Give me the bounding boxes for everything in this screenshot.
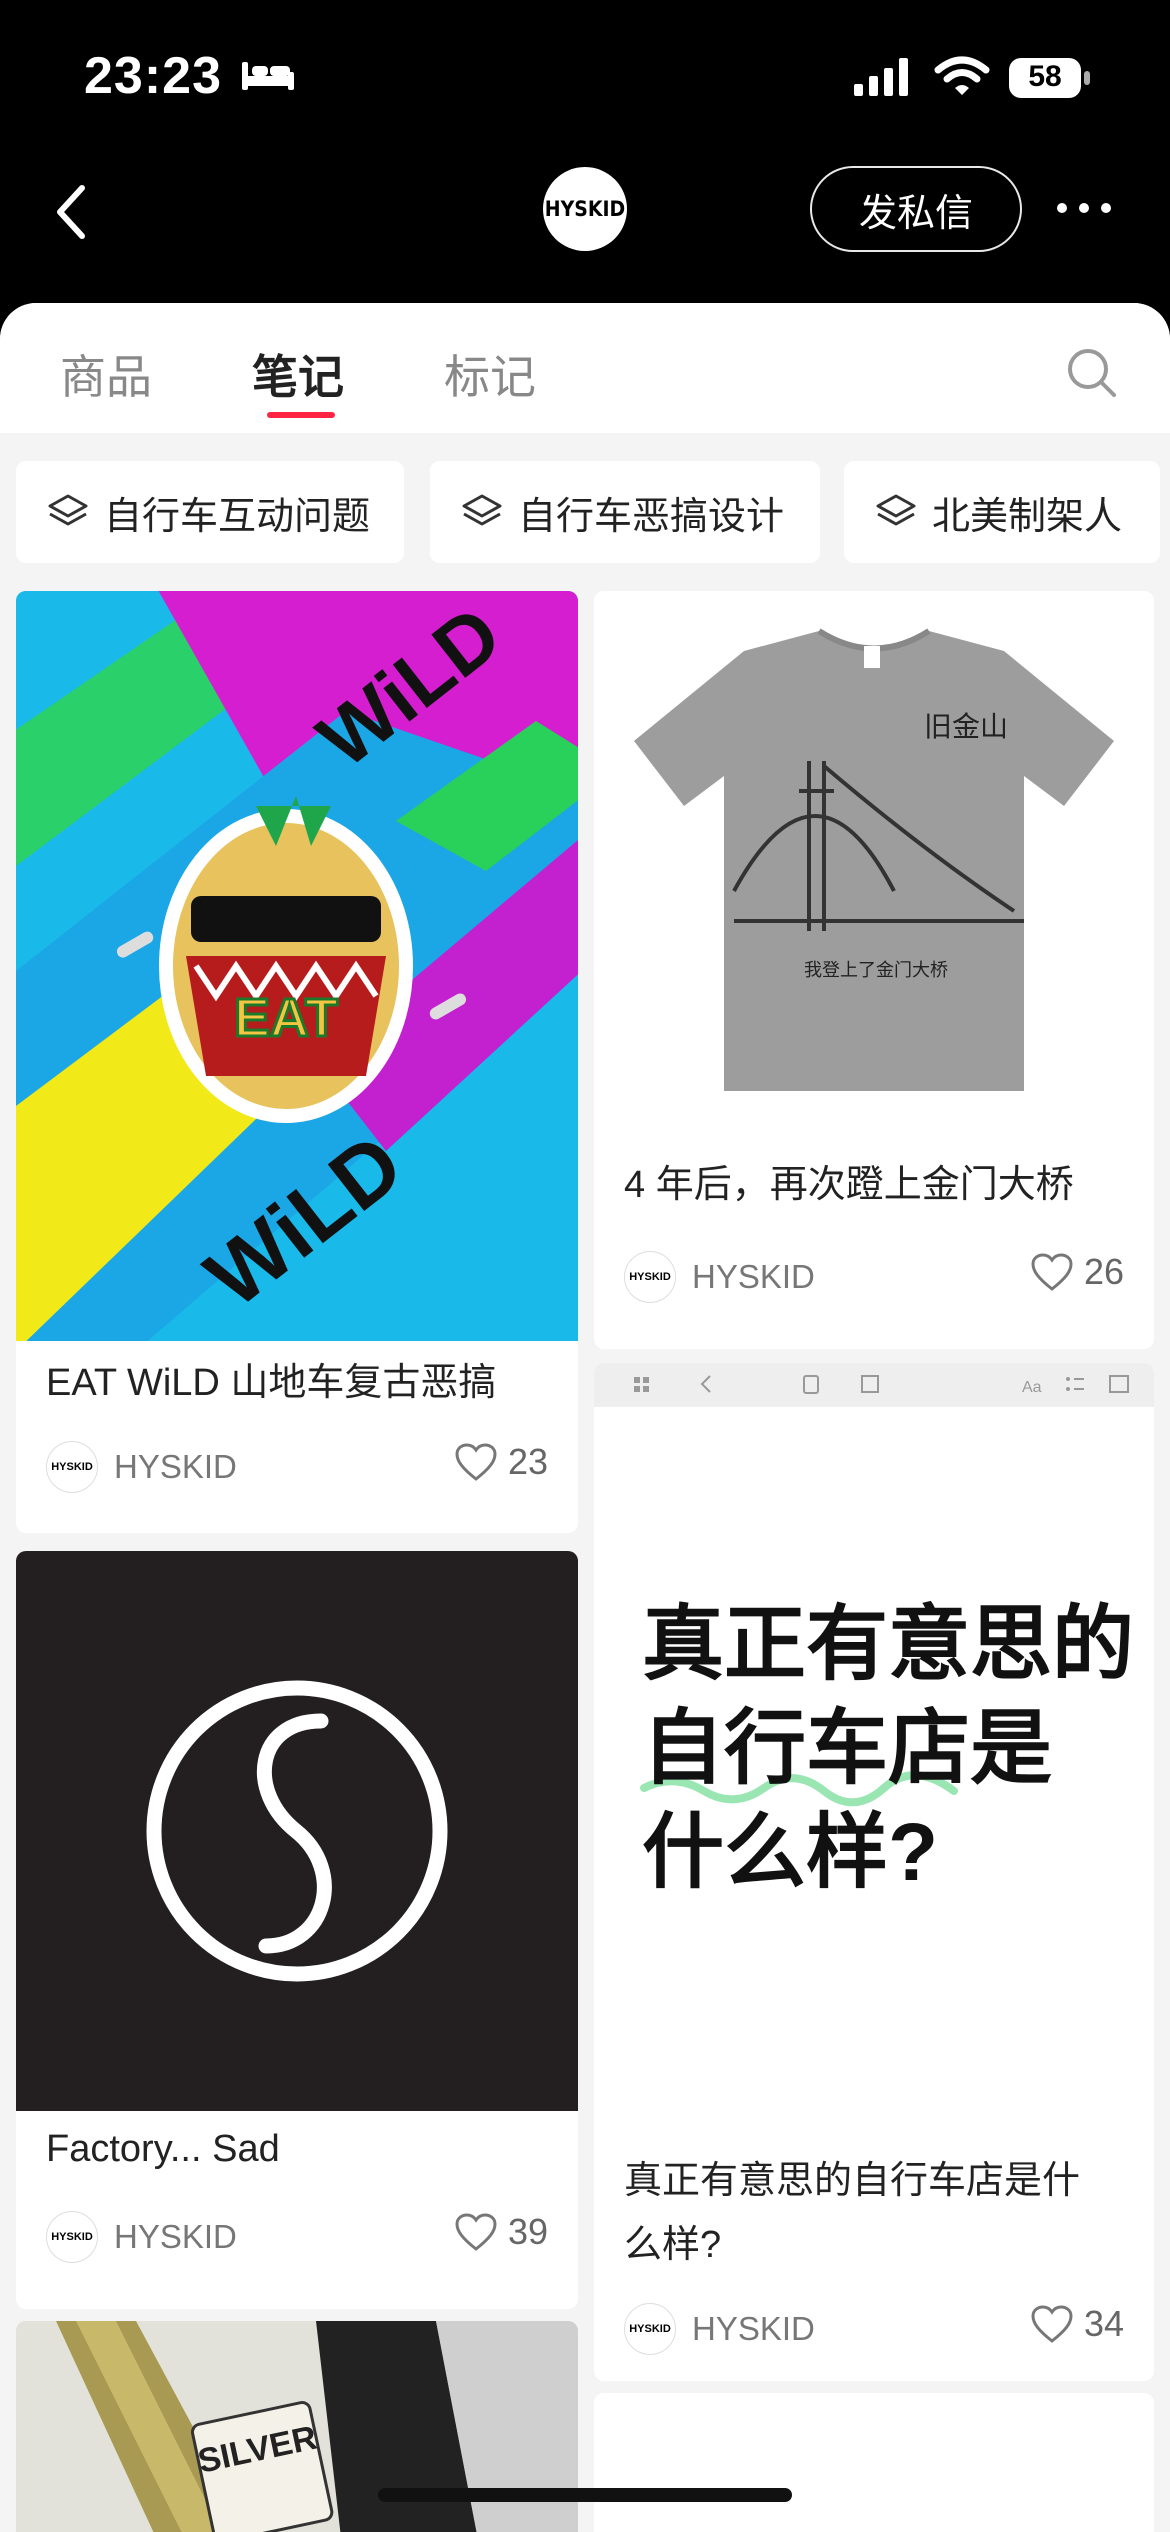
pin-text: EAT [234, 988, 338, 1048]
collection-chip[interactable]: 自行车恶搞设计 [430, 461, 820, 563]
note-image-line: 什么样? [642, 1807, 939, 1898]
note-author[interactable]: HYSKID HYSKID [46, 1441, 237, 1493]
content-sheet: 商品 笔记 标记 自行车互动问题 自行车恶搞设计 北美制架人 WiLD WiLD… [0, 303, 1170, 2532]
tshirt-print: 旧金山 [924, 711, 1008, 742]
profile-header: HYSKID 发私信 [0, 150, 1170, 310]
collection-chip-label: 自行车恶搞设计 [518, 495, 785, 538]
author-avatar: HYSKID [46, 1441, 98, 1493]
home-indicator[interactable] [378, 2488, 792, 2502]
note-card[interactable] [594, 2393, 1154, 2532]
collection-chip[interactable]: 北美制架人 [844, 461, 1160, 563]
note-author[interactable]: HYSKID HYSKID [624, 2303, 815, 2355]
profile-logo[interactable]: HYSKID [543, 167, 627, 251]
collection-chip[interactable]: 自行车互动问题 [16, 461, 404, 563]
layers-icon [876, 494, 916, 526]
tab-notes[interactable]: 笔记 [252, 341, 344, 407]
note-image-text: 真正有意思的 自行车店是 什么样? [642, 1593, 1134, 1905]
note-cover-image: 旧金山 我登上了金门大桥 [594, 591, 1154, 1121]
like-button[interactable]: 34 [1030, 2303, 1124, 2345]
layers-icon [462, 494, 502, 526]
cellular-signal-icon [854, 58, 908, 96]
sleep-icon [242, 62, 294, 90]
heart-icon [1031, 1253, 1073, 1291]
note-card[interactable]: WiLD WiLD EAT EAT WiLD 山地车复古恶搞 HYSKID HY… [16, 591, 578, 1533]
heart-icon [455, 2213, 497, 2251]
note-title: EAT WiLD 山地车复古恶搞 [46, 1362, 497, 1404]
back-icon[interactable] [50, 180, 96, 244]
note-cover-image [594, 2393, 1154, 2532]
heart-icon [1031, 2305, 1073, 2343]
tab-bar: 商品 笔记 标记 [0, 303, 1170, 433]
wifi-icon [934, 56, 990, 95]
send-message-button[interactable]: 发私信 [810, 166, 1022, 252]
note-cover-image: WiLD WiLD EAT [16, 591, 578, 1341]
active-tab-indicator [267, 412, 335, 418]
note-title: Factory... Sad [46, 2128, 280, 2170]
status-time: 23:23 [84, 47, 222, 105]
author-avatar: HYSKID [624, 1251, 676, 1303]
note-title-line: 真正有意思的自行车店是什 [624, 2160, 1081, 2202]
note-title: 4 年后，再次蹬上金门大桥 [624, 1164, 1074, 1206]
like-count: 26 [1083, 1251, 1124, 1292]
author-avatar: HYSKID [624, 2303, 676, 2355]
author-name: HYSKID [692, 2310, 815, 2347]
author-name: HYSKID [692, 1258, 815, 1295]
note-title: 真正有意思的自行车店是什 么样? [624, 2149, 1080, 2277]
layers-icon [48, 494, 88, 526]
note-title-line: 么样? [624, 2224, 722, 2266]
note-image-line: 真正有意思的 [642, 1599, 1135, 1690]
tshirt-caption: 我登上了金门大桥 [804, 960, 948, 980]
note-card[interactable]: 旧金山 我登上了金门大桥 4 年后，再次蹬上金门大桥 HYSKID HYSKID… [594, 591, 1154, 1349]
note-author[interactable]: HYSKID HYSKID [46, 2211, 237, 2263]
more-options-icon[interactable] [1054, 198, 1114, 218]
author-avatar: HYSKID [46, 2211, 98, 2263]
tab-products[interactable]: 商品 [60, 341, 152, 407]
author-name: HYSKID [114, 1448, 237, 1485]
status-bar: 23:23 58 [0, 0, 1170, 150]
note-cover-image: Aa 真正有意思的 自行车店是 什么样? [594, 1363, 1154, 2143]
collection-chips: 自行车互动问题 自行车恶搞设计 北美制架人 [0, 453, 1170, 563]
battery-icon: 58 [1008, 56, 1092, 100]
note-image-line: 自行车店是 [642, 1703, 1053, 1794]
note-author[interactable]: HYSKID HYSKID [624, 1251, 815, 1303]
like-count: 23 [507, 1441, 548, 1482]
search-icon[interactable] [1066, 347, 1118, 399]
author-name: HYSKID [114, 2218, 237, 2255]
heart-icon [455, 1443, 497, 1481]
collection-chip-label: 北美制架人 [932, 495, 1123, 538]
like-button[interactable]: 26 [1030, 1251, 1124, 1293]
battery-level: 58 [1028, 60, 1062, 93]
tab-marks[interactable]: 标记 [444, 341, 536, 407]
collection-chip-label: 自行车互动问题 [104, 495, 371, 538]
note-card[interactable]: Aa 真正有意思的 自行车店是 什么样? 真正有意思的自行车店是什 么样? HY… [594, 1363, 1154, 2381]
like-count: 39 [507, 2211, 548, 2252]
like-button[interactable]: 39 [454, 2211, 548, 2253]
note-card[interactable]: Factory... Sad HYSKID HYSKID 39 [16, 1551, 578, 2309]
like-button[interactable]: 23 [454, 1441, 548, 1483]
note-cover-image [16, 1551, 578, 2111]
like-count: 34 [1083, 2303, 1124, 2344]
